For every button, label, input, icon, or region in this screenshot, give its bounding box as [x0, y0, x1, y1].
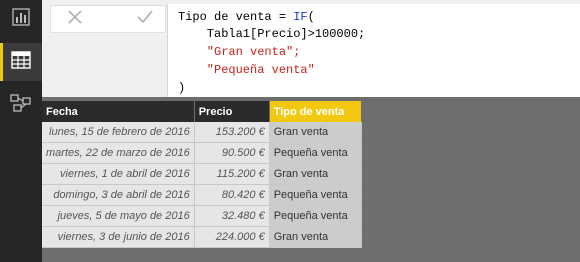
bar-chart-icon	[12, 7, 30, 31]
cell-tipo-de-venta[interactable]: Gran venta	[269, 122, 362, 143]
cell-fecha[interactable]: viernes, 3 de junio de 2016	[42, 226, 195, 248]
table-row: viernes, 1 de abril de 2016 115.200 € Gr…	[42, 163, 362, 185]
formula-toolbar: Tipo de venta = IF( Tabla1[Precio]>10000…	[42, 0, 580, 97]
relationships-icon	[10, 93, 32, 117]
nav-report-view[interactable]	[0, 0, 42, 38]
cell-fecha[interactable]: martes, 22 de marzo de 2016	[42, 142, 195, 164]
formula-line-5: )	[178, 81, 186, 95]
cell-tipo-de-venta[interactable]: Gran venta	[269, 226, 362, 248]
table-grid-icon	[11, 50, 31, 74]
column-header-tipo-de-venta[interactable]: Tipo de venta	[269, 101, 362, 122]
cell-fecha[interactable]: domingo, 3 de abril de 2016	[42, 184, 195, 206]
cell-precio[interactable]: 115.200 €	[194, 163, 270, 185]
cell-fecha[interactable]: lunes, 15 de febrero de 2016	[42, 122, 195, 143]
formula-line-1: Tipo de venta = IF(	[178, 10, 315, 24]
cell-precio[interactable]: 32.480 €	[194, 205, 270, 227]
formula-line-3: "Gran venta";	[178, 45, 301, 59]
formula-open-paren: (	[307, 10, 315, 24]
cancel-button[interactable]	[55, 6, 95, 32]
table-row: viernes, 3 de junio de 2016 224.000 € Gr…	[42, 226, 362, 248]
cell-fecha[interactable]: jueves, 5 de mayo de 2016	[42, 205, 195, 227]
close-icon	[68, 9, 82, 29]
formula-function: IF	[293, 10, 308, 24]
data-table: Fecha Precio Tipo de venta lunes, 15 de …	[42, 101, 362, 248]
commit-button[interactable]	[125, 6, 165, 32]
cell-tipo-de-venta[interactable]: Gran venta	[269, 163, 362, 185]
check-icon	[137, 9, 153, 29]
cell-tipo-de-venta[interactable]: Pequeña venta	[269, 184, 362, 206]
formula-measure-name: Tipo de venta =	[178, 10, 294, 24]
cell-precio[interactable]: 224.000 €	[194, 226, 270, 248]
table-row: domingo, 3 de abril de 2016 80.420 € Peq…	[42, 184, 362, 206]
formula-editor[interactable]: Tipo de venta = IF( Tabla1[Precio]>10000…	[167, 4, 580, 97]
left-nav-bar	[0, 0, 42, 262]
table-row: lunes, 15 de febrero de 2016 153.200 € G…	[42, 122, 362, 143]
table-row: martes, 22 de marzo de 2016 90.500 € Peq…	[42, 142, 362, 164]
cell-precio[interactable]: 90.500 €	[194, 142, 270, 164]
formula-line-2: Tabla1[Precio]>100000;	[178, 27, 366, 41]
cell-precio[interactable]: 153.200 €	[194, 122, 270, 143]
formula-line-4: "Pequeña venta"	[178, 63, 315, 77]
nav-relationships-view[interactable]	[0, 86, 42, 124]
column-header-fecha[interactable]: Fecha	[42, 101, 195, 122]
table-header-row: Fecha Precio Tipo de venta	[42, 101, 362, 122]
table-row: jueves, 5 de mayo de 2016 32.480 € Peque…	[42, 205, 362, 227]
cell-precio[interactable]: 80.420 €	[194, 184, 270, 206]
column-header-precio[interactable]: Precio	[194, 101, 270, 122]
cell-tipo-de-venta[interactable]: Pequeña venta	[269, 142, 362, 164]
cell-tipo-de-venta[interactable]: Pequeña venta	[269, 205, 362, 227]
cell-fecha[interactable]: viernes, 1 de abril de 2016	[42, 163, 195, 185]
nav-data-view[interactable]	[0, 43, 42, 81]
formula-actions	[50, 5, 166, 33]
